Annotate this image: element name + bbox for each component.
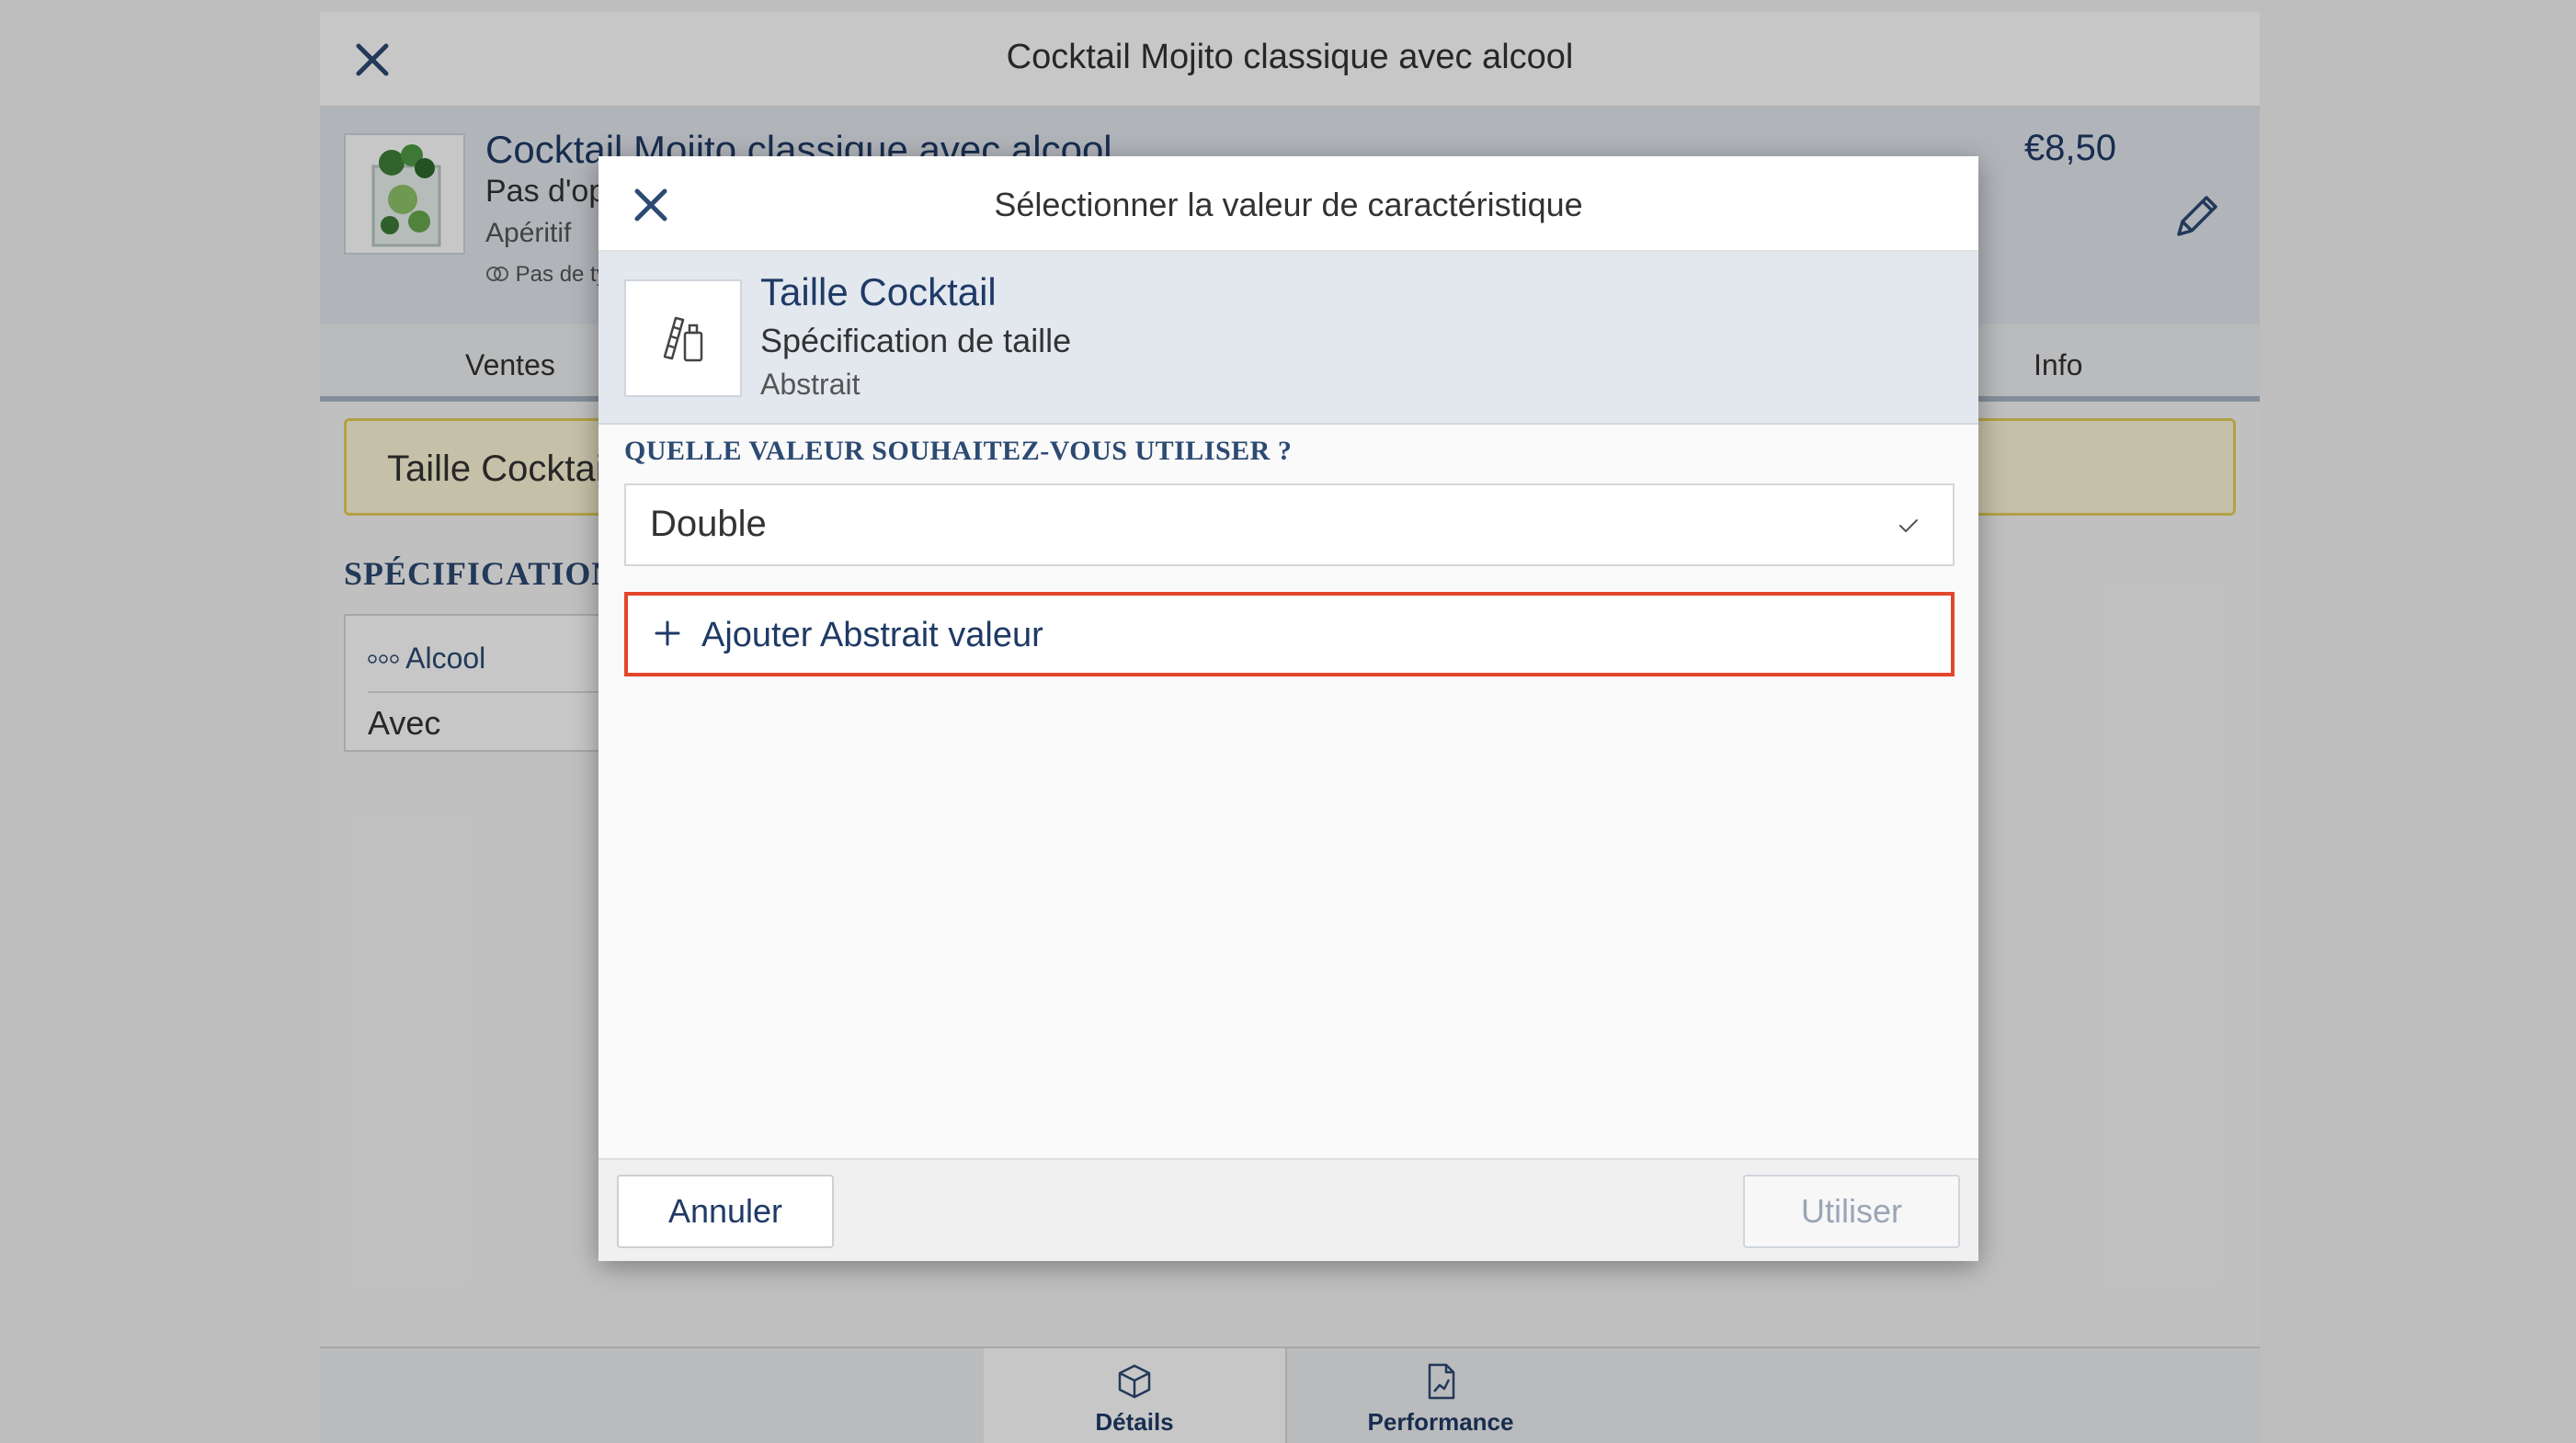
cancel-button[interactable]: Annuler [617,1175,834,1248]
measure-tools-icon [663,316,703,362]
feature-summary: Taille Cocktail Spécification de taille … [598,252,1978,425]
dialog-header: Sélectionner la valeur de caractéristiqu… [598,156,1978,252]
add-abstract-value-button[interactable]: Ajouter Abstrait valeur [624,592,1955,676]
dialog-footer: Annuler Utiliser [598,1158,1978,1261]
dialog-title: Sélectionner la valeur de caractéristiqu… [994,186,1583,223]
option-label: Double [650,504,767,544]
use-button[interactable]: Utiliser [1743,1175,1960,1248]
feature-name: Taille Cocktail [760,270,997,313]
checkmark-icon [1899,519,1918,532]
feature-subtitle: Spécification de taille [760,322,1072,359]
feature-kind: Abstrait [760,368,861,401]
value-question: QUELLE VALEUR SOUHAITEZ-VOUS UTILISER ? [624,436,1293,466]
option-double[interactable]: Double [624,483,1955,566]
plus-icon [655,620,680,646]
feature-icon-box [624,279,742,397]
add-abstract-value-label: Ajouter Abstrait valeur [701,616,1043,654]
select-feature-value-dialog: Sélectionner la valeur de caractéristiqu… [598,156,1978,1261]
